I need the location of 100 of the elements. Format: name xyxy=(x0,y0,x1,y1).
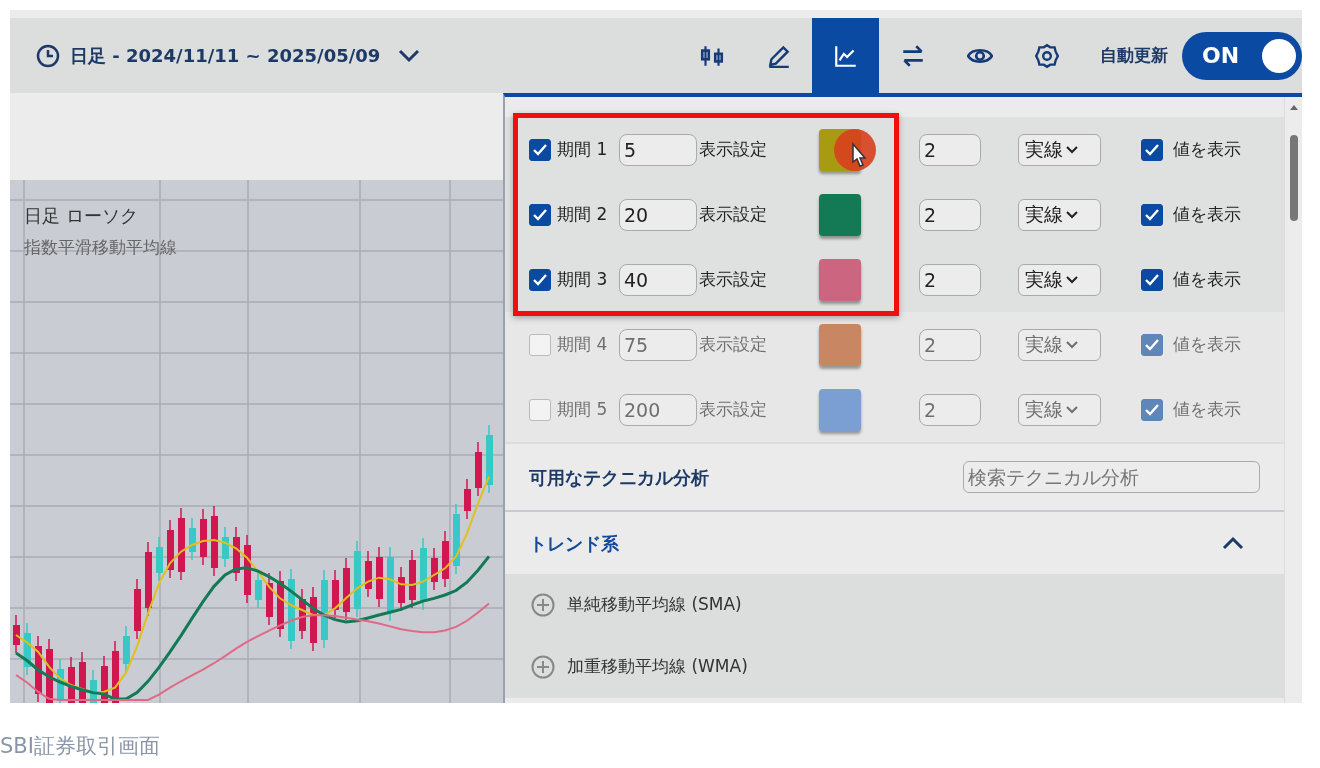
chevron-down-icon xyxy=(1066,275,1078,284)
line-width-input[interactable]: 2 xyxy=(919,393,981,426)
caption: SBI証券取引画面 xyxy=(0,734,160,758)
candle xyxy=(200,508,207,566)
chevron-down-icon xyxy=(1066,145,1078,154)
date-range-label: 日足 - 2024/11/11 ~ 2025/05/09 xyxy=(70,44,381,68)
period-input[interactable]: 200 xyxy=(619,393,697,426)
candle xyxy=(189,517,196,561)
candle xyxy=(266,572,273,626)
color-swatch[interactable] xyxy=(819,193,861,236)
candle xyxy=(409,549,416,609)
candle xyxy=(277,570,284,638)
candle xyxy=(464,478,471,520)
checkbox[interactable] xyxy=(529,333,551,356)
line-style-select[interactable]: 実線 xyxy=(1018,393,1101,426)
candle xyxy=(24,622,31,676)
period-label: 期間 5 xyxy=(557,397,609,421)
color-swatch[interactable] xyxy=(819,388,861,431)
candle xyxy=(233,526,240,582)
candle xyxy=(35,635,42,703)
clock-icon xyxy=(36,43,60,68)
display-settings-label: 表示設定 xyxy=(699,267,768,291)
chevron-down-icon xyxy=(1066,210,1078,219)
scroll-up-icon[interactable] xyxy=(1288,103,1299,111)
line-width-input[interactable]: 2 xyxy=(919,133,981,166)
period-label: 期間 2 xyxy=(557,202,609,226)
line-width-input[interactable]: 2 xyxy=(919,328,981,361)
checkbox[interactable] xyxy=(1141,333,1163,356)
checkbox[interactable] xyxy=(1141,138,1163,161)
period-input[interactable]: 5 xyxy=(619,133,697,166)
display-settings-label: 表示設定 xyxy=(699,332,768,356)
candle xyxy=(211,505,218,577)
chevron-down-icon xyxy=(1066,340,1078,349)
period-label: 期間 1 xyxy=(557,137,609,161)
candle xyxy=(112,640,119,703)
toolbar-button[interactable] xyxy=(812,18,879,93)
plus-circle-icon[interactable] xyxy=(531,655,555,679)
candle xyxy=(431,547,438,591)
line-width-input[interactable]: 2 xyxy=(919,198,981,231)
checkbox[interactable] xyxy=(1141,398,1163,421)
checkbox[interactable] xyxy=(529,268,551,291)
candle xyxy=(68,656,75,703)
chevron-down-icon[interactable] xyxy=(398,48,421,63)
indicator-label: 指数平滑移動平均線 xyxy=(24,236,177,259)
candle xyxy=(101,655,108,703)
candle xyxy=(332,569,339,619)
plus-circle-icon[interactable] xyxy=(531,593,555,617)
candle xyxy=(123,625,130,673)
candle xyxy=(167,519,174,579)
checkbox[interactable] xyxy=(529,398,551,421)
line-style-select[interactable]: 実線 xyxy=(1018,198,1101,231)
line-style-select[interactable]: 実線 xyxy=(1018,263,1101,296)
candle xyxy=(453,503,460,575)
candle xyxy=(343,557,350,621)
show-value-label: 値を表示 xyxy=(1173,267,1241,291)
display-settings-label: 表示設定 xyxy=(699,137,768,161)
period-label: 期間 4 xyxy=(557,332,609,356)
period-input[interactable]: 75 xyxy=(619,328,697,361)
candle xyxy=(134,578,141,640)
checkbox[interactable] xyxy=(529,203,551,226)
show-value-label: 値を表示 xyxy=(1173,137,1241,161)
candle xyxy=(365,550,372,598)
checkbox[interactable] xyxy=(529,138,551,161)
display-settings-label: 表示設定 xyxy=(699,202,768,226)
candle xyxy=(57,658,64,703)
period-input[interactable]: 20 xyxy=(619,198,697,231)
candle xyxy=(310,586,317,652)
chevron-up-icon xyxy=(1222,536,1244,550)
show-value-label: 値を表示 xyxy=(1173,202,1241,226)
auto-update-toggle[interactable]: ON xyxy=(1182,31,1302,80)
candle xyxy=(486,424,493,494)
settings-icon xyxy=(1033,42,1060,69)
candle xyxy=(299,588,306,640)
scrollbar-thumb[interactable] xyxy=(1289,135,1298,221)
line-width-input[interactable]: 2 xyxy=(919,263,981,296)
candle xyxy=(244,534,251,604)
candle xyxy=(156,536,163,582)
search-field[interactable]: 検索テクニカル分析 xyxy=(963,461,1260,493)
candle xyxy=(79,651,86,703)
show-value-label: 値を表示 xyxy=(1173,332,1241,356)
candle xyxy=(442,530,449,588)
period-input[interactable]: 40 xyxy=(619,263,697,296)
checkbox[interactable] xyxy=(1141,268,1163,291)
display-settings-label: 表示設定 xyxy=(699,397,768,421)
checkbox[interactable] xyxy=(1141,203,1163,226)
color-swatch[interactable] xyxy=(819,258,861,301)
indicator-item[interactable]: 加重移動平均線 (WMA) xyxy=(567,654,748,680)
group-header[interactable]: トレンド系 xyxy=(505,512,1284,574)
period-label: 期間 3 xyxy=(557,267,609,291)
line-style-select[interactable]: 実線 xyxy=(1018,328,1101,361)
show-value-label: 値を表示 xyxy=(1173,397,1241,421)
section-title: 可用なテクニカル分析 xyxy=(529,465,709,490)
indicator-item[interactable]: 単純移動平均線 (SMA) xyxy=(567,592,742,618)
chart-title: 日足 ローソク xyxy=(24,204,138,228)
candle xyxy=(46,638,53,703)
auto-update-label: 自動更新 xyxy=(1100,43,1168,67)
candle xyxy=(222,526,229,568)
line-style-select[interactable]: 実線 xyxy=(1018,133,1101,166)
candle xyxy=(475,441,482,497)
color-swatch[interactable] xyxy=(819,323,861,366)
